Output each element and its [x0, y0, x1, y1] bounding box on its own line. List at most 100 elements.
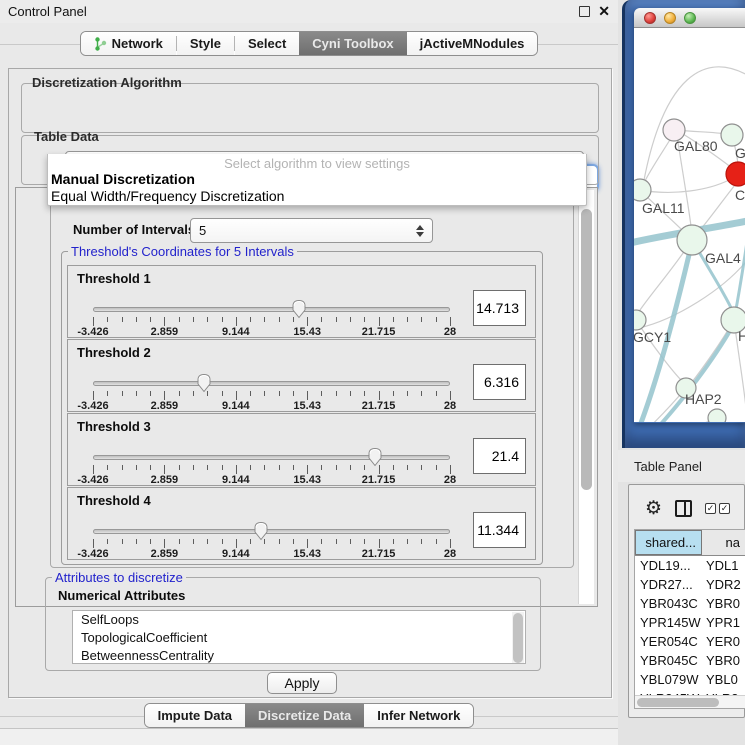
table-cell[interactable]: YIL052C: [635, 708, 701, 709]
tick-label: 9.144: [222, 548, 250, 560]
threshold-slider[interactable]: [93, 529, 450, 534]
attributes-scrollbar[interactable]: [512, 612, 524, 664]
columns-icon[interactable]: [675, 500, 692, 517]
slider-handle[interactable]: [292, 299, 307, 319]
tab-discretize-data[interactable]: Discretize Data: [245, 704, 364, 727]
zoom-traffic-icon[interactable]: [684, 12, 696, 24]
tick: [364, 317, 365, 322]
tick: [321, 539, 322, 544]
tab-jactivemnodules[interactable]: jActiveMNodules: [407, 32, 538, 55]
apply-button[interactable]: Apply: [267, 672, 337, 694]
tick: [336, 391, 337, 396]
threshold-slider[interactable]: [93, 307, 450, 312]
network-node-green[interactable]: [721, 124, 743, 146]
gear-icon[interactable]: ⚙: [645, 499, 662, 518]
table-cell[interactable]: YBR0: [701, 594, 745, 613]
tick: [193, 465, 194, 470]
close-traffic-icon[interactable]: [644, 12, 656, 24]
numerical-attributes-label: Numerical Attributes: [58, 588, 185, 603]
network-edge[interactable]: [644, 67, 745, 180]
scrollbar-thumb[interactable]: [637, 698, 719, 707]
network-window-titlebar[interactable]: [634, 8, 745, 28]
numerical-attributes-list[interactable]: SelfLoopsTopologicalCoefficientBetweenne…: [72, 610, 526, 664]
tick: [421, 317, 422, 322]
slider-handle[interactable]: [196, 373, 211, 393]
tick: [407, 465, 408, 470]
thresholds-group-label: Threshold's Coordinates for 5 Intervals: [68, 244, 297, 259]
network-canvas[interactable]: GAL80GACGAL11GAL4GCY1HHAP2: [634, 28, 745, 422]
table-cell[interactable]: YBR045C: [635, 651, 701, 670]
tick: [193, 317, 194, 322]
table-cell[interactable]: YDR2: [701, 575, 745, 594]
table-cell[interactable]: YIL0: [701, 708, 745, 709]
threshold-slider[interactable]: [93, 455, 450, 460]
tick-label: 21.715: [362, 474, 396, 486]
table-row[interactable]: YDR27...YDR2: [635, 575, 745, 594]
table-row[interactable]: YBR043CYBR0: [635, 594, 745, 613]
table-row[interactable]: YIL052CYIL0: [635, 708, 745, 709]
minimize-traffic-icon[interactable]: [664, 12, 676, 24]
table-cell[interactable]: YDL19...: [635, 556, 701, 575]
attribute-item[interactable]: TopologicalCoefficient: [73, 629, 525, 647]
node-label: H: [738, 328, 745, 344]
control-panel: Control Panel ✕ Network Style Select Cyn…: [0, 0, 618, 745]
table-cell[interactable]: YBR043C: [635, 594, 701, 613]
threshold-slider[interactable]: [93, 381, 450, 386]
network-node-red[interactable]: [726, 162, 745, 186]
network-edge[interactable]: [734, 228, 745, 320]
attribute-item[interactable]: SelfLoops: [73, 611, 525, 629]
column-header-shared-name[interactable]: shared...: [635, 530, 702, 555]
tab-select[interactable]: Select: [235, 32, 299, 55]
table-row[interactable]: YDL19...YDL1: [635, 556, 745, 575]
table-cell[interactable]: YBL0: [701, 670, 745, 689]
table-cell[interactable]: YBR0: [701, 651, 745, 670]
tick: [279, 465, 280, 470]
discretization-algorithm-group: [21, 83, 599, 133]
tick: [107, 465, 108, 470]
threshold-value-field[interactable]: 11.344: [473, 512, 526, 548]
table-row[interactable]: YER054CYER0: [635, 632, 745, 651]
number-of-intervals-label: Number of Intervals: [73, 222, 195, 237]
close-icon[interactable]: ✕: [598, 6, 610, 17]
slider-handle[interactable]: [368, 447, 383, 467]
attributes-items: SelfLoopsTopologicalCoefficientBetweenne…: [73, 611, 525, 664]
table-cell[interactable]: YDL1: [701, 556, 745, 575]
tab-network[interactable]: Network: [81, 32, 176, 55]
horizontal-scrollbar[interactable]: [635, 695, 745, 708]
table-cell[interactable]: YBL079W: [635, 670, 701, 689]
tick: [236, 465, 237, 474]
table-cell[interactable]: YER0: [701, 632, 745, 651]
table-cell[interactable]: YER054C: [635, 632, 701, 651]
tab-style[interactable]: Style: [177, 32, 234, 55]
threshold-value-field[interactable]: 14.713: [473, 290, 526, 326]
dropdown-option-equal-width[interactable]: Equal Width/Frequency Discretization: [48, 188, 586, 205]
scrollbar-thumb[interactable]: [581, 209, 592, 490]
tab-infer-network[interactable]: Infer Network: [364, 704, 473, 727]
table-cell[interactable]: YPR145W: [635, 613, 701, 632]
table-row[interactable]: YBL079WYBL0: [635, 670, 745, 689]
table-row[interactable]: YBR045CYBR0: [635, 651, 745, 670]
table-cell[interactable]: YPR1: [701, 613, 745, 632]
tick: [379, 539, 380, 548]
network-node-green[interactable]: [677, 225, 707, 255]
column-header-name[interactable]: na: [702, 530, 745, 555]
tab-impute-data[interactable]: Impute Data: [145, 704, 245, 727]
tab-cyni-toolbox[interactable]: Cyni Toolbox: [299, 32, 406, 55]
float-window-icon[interactable]: [579, 6, 590, 17]
checkbox-icon[interactable]: ✓: [719, 503, 730, 514]
scrollbar-thumb[interactable]: [513, 613, 523, 663]
threshold-value-field[interactable]: 21.4: [473, 438, 526, 474]
network-node-green[interactable]: [634, 179, 651, 201]
attribute-item[interactable]: BetweennessCentrality: [73, 647, 525, 664]
vertical-scrollbar[interactable]: [578, 190, 594, 604]
checkbox-icon[interactable]: ✓: [705, 503, 716, 514]
table-cell[interactable]: YDR27...: [635, 575, 701, 594]
slider-handle[interactable]: [253, 521, 268, 541]
network-edge[interactable]: [639, 418, 717, 422]
number-of-intervals-combobox[interactable]: 5: [190, 218, 433, 243]
threshold-value-field[interactable]: 6.316: [473, 364, 526, 400]
network-node-green[interactable]: [708, 409, 726, 422]
dropdown-option-manual[interactable]: Manual Discretization: [48, 171, 586, 188]
tick: [136, 317, 137, 322]
table-row[interactable]: YPR145WYPR1: [635, 613, 745, 632]
